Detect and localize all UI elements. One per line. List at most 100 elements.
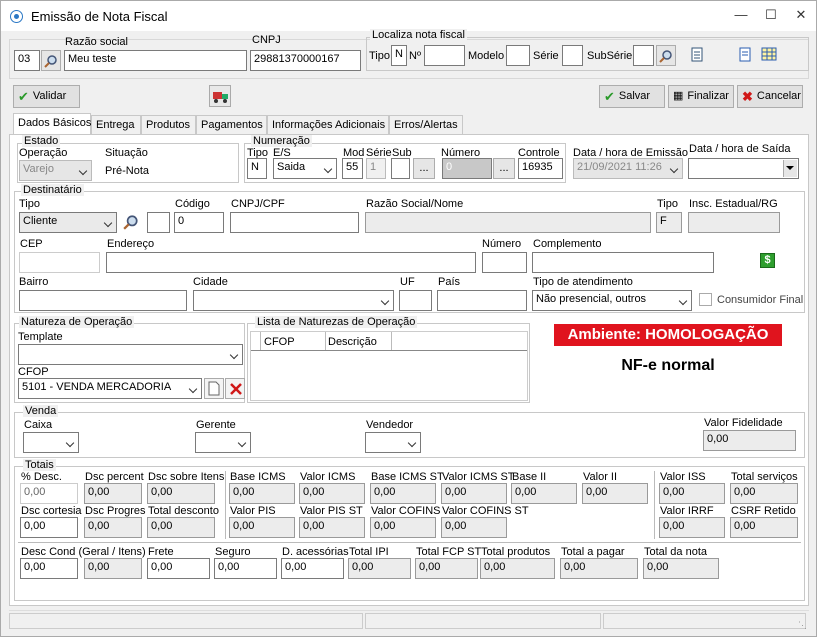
- total-value[interactable]: 0,00: [415, 558, 478, 579]
- tab-erros-alertas[interactable]: Erros/Alertas: [389, 115, 463, 135]
- dest-razao-input[interactable]: [365, 212, 651, 233]
- endereco-input[interactable]: [106, 252, 476, 273]
- cnpj-input[interactable]: 29881370000167: [250, 50, 361, 71]
- close-icon[interactable]: ✕: [786, 1, 816, 31]
- total-value[interactable]: 0,00: [281, 558, 344, 579]
- delete-icon[interactable]: [225, 378, 245, 399]
- num-numero-input[interactable]: 0: [442, 158, 492, 179]
- razao-social-input[interactable]: Meu teste: [64, 50, 247, 71]
- sub-lookup-button[interactable]: ...: [413, 158, 435, 179]
- operacao-select[interactable]: Varejo: [19, 160, 92, 181]
- company-code-input[interactable]: 03: [14, 50, 40, 71]
- controle-input[interactable]: 16935: [518, 158, 563, 179]
- total-value[interactable]: 0,00: [229, 517, 295, 538]
- vendedor-select[interactable]: [365, 432, 421, 453]
- total-value[interactable]: 0,00: [299, 483, 365, 504]
- new-document-icon[interactable]: [204, 378, 224, 399]
- tab-produtos[interactable]: Produtos: [141, 115, 196, 135]
- consumidor-final-checkbox[interactable]: [699, 293, 712, 306]
- codigo-input[interactable]: 0: [174, 212, 224, 233]
- calendar-dropdown-icon[interactable]: [783, 160, 797, 177]
- caixa-select[interactable]: [23, 432, 79, 453]
- localiza-numero-input[interactable]: [424, 45, 465, 66]
- localiza-modelo-input[interactable]: [506, 45, 530, 66]
- tab-informacoes-adicionais[interactable]: Informações Adicionais: [267, 115, 389, 135]
- salvar-button[interactable]: ✔ Salvar: [599, 85, 665, 108]
- cfop-select[interactable]: 5101 - VENDA MERCADORIA: [18, 378, 202, 399]
- minimize-icon[interactable]: —: [726, 1, 756, 31]
- company-search-icon[interactable]: [41, 50, 61, 71]
- total-value[interactable]: 0,00: [511, 483, 577, 504]
- num-tipo-input[interactable]: N: [247, 158, 267, 179]
- total-value[interactable]: 0,00: [147, 483, 215, 504]
- template-select[interactable]: [18, 344, 243, 365]
- atendimento-select[interactable]: Não presencial, outros: [532, 290, 692, 311]
- truck-icon[interactable]: [209, 85, 231, 107]
- total-value[interactable]: 0,00: [84, 517, 142, 538]
- total-value[interactable]: 0,00: [730, 517, 798, 538]
- total-value[interactable]: 0,00: [659, 483, 725, 504]
- total-value[interactable]: 0,00: [659, 517, 725, 538]
- localiza-serie-input[interactable]: [562, 45, 583, 66]
- total-value[interactable]: 0,00: [20, 483, 78, 504]
- total-value[interactable]: 0,00: [229, 483, 295, 504]
- tab-pagamentos[interactable]: Pagamentos: [196, 115, 267, 135]
- total-value[interactable]: 0,00: [84, 483, 142, 504]
- total-value[interactable]: 0,00: [560, 558, 638, 579]
- pais-input[interactable]: [437, 290, 527, 311]
- numero-lookup-button[interactable]: ...: [493, 158, 515, 179]
- finalizar-button[interactable]: ▦ Finalizar: [668, 85, 734, 108]
- total-value[interactable]: 0,00: [84, 558, 142, 579]
- total-value[interactable]: 0,00: [214, 558, 277, 579]
- col-cfop[interactable]: CFOP: [264, 336, 295, 348]
- dest-numero-input[interactable]: [482, 252, 527, 273]
- localiza-tipo-input[interactable]: N: [391, 45, 407, 66]
- bairro-input[interactable]: [19, 290, 187, 311]
- dest-tipo-select[interactable]: Cliente: [19, 212, 117, 233]
- num-serie-input[interactable]: 1: [366, 158, 386, 179]
- total-value[interactable]: 0,00: [441, 517, 507, 538]
- sub-input[interactable]: [391, 158, 410, 179]
- total-value[interactable]: 0,00: [480, 558, 555, 579]
- cep-input[interactable]: [19, 252, 100, 273]
- dest-tipo2-input[interactable]: F: [656, 212, 682, 233]
- total-value[interactable]: 0,00: [370, 483, 436, 504]
- tab-dados-basicos[interactable]: Dados Básicos: [13, 113, 91, 135]
- total-value[interactable]: 0,00: [348, 558, 411, 579]
- mod-input[interactable]: 55: [342, 158, 363, 179]
- document-list-icon[interactable]: [689, 47, 705, 63]
- es-select[interactable]: Saida: [273, 158, 337, 179]
- uf-input[interactable]: [399, 290, 432, 311]
- complemento-input[interactable]: [532, 252, 714, 273]
- localiza-subserie-input[interactable]: [633, 45, 654, 66]
- total-value[interactable]: 0,00: [147, 517, 215, 538]
- total-value[interactable]: 0,00: [299, 517, 365, 538]
- inscricao-input[interactable]: [688, 212, 780, 233]
- cnpjcpf-input[interactable]: [230, 212, 359, 233]
- cidade-select[interactable]: [193, 290, 394, 311]
- col-descricao[interactable]: Descrição: [328, 336, 377, 348]
- total-value[interactable]: 0,00: [20, 558, 78, 579]
- gerente-select[interactable]: [195, 432, 251, 453]
- total-value[interactable]: 0,00: [20, 517, 78, 538]
- total-value[interactable]: 0,00: [147, 558, 210, 579]
- total-value[interactable]: 0,00: [441, 483, 507, 504]
- total-label: D. acessórias: [282, 546, 349, 558]
- dest-search-icon[interactable]: [121, 212, 143, 233]
- validar-button[interactable]: ✔ Validar: [13, 85, 80, 108]
- total-value[interactable]: 0,00: [582, 483, 648, 504]
- cancelar-button[interactable]: ✖ Cancelar: [737, 85, 803, 108]
- total-value[interactable]: 0,00: [643, 558, 719, 579]
- tab-entrega[interactable]: Entrega: [91, 115, 141, 135]
- total-value[interactable]: 0,00: [370, 517, 436, 538]
- grid-icon[interactable]: [761, 47, 777, 61]
- resize-grip-icon[interactable]: ⋱: [798, 620, 807, 631]
- document-icon[interactable]: [738, 47, 752, 63]
- dest-extra-input[interactable]: [147, 212, 170, 233]
- dollar-icon[interactable]: $: [760, 253, 775, 268]
- fidelidade-input[interactable]: 0,00: [703, 430, 796, 451]
- localiza-search-icon[interactable]: [656, 45, 676, 66]
- maximize-icon[interactable]: ☐: [756, 1, 786, 31]
- emissao-datetime[interactable]: 21/09/2021 11:26: [573, 158, 683, 179]
- total-value[interactable]: 0,00: [730, 483, 798, 504]
